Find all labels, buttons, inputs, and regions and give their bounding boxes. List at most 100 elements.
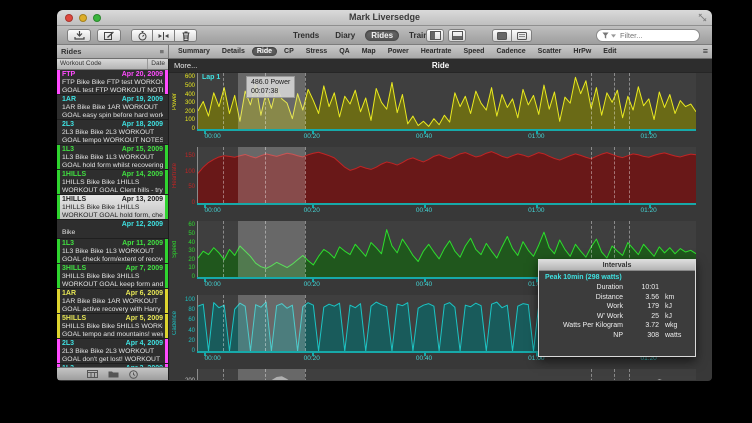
interval-marker bbox=[305, 295, 306, 351]
window-title: Mark Liversedge bbox=[57, 12, 712, 22]
sidebar-header: Rides ≡ bbox=[57, 45, 169, 58]
tab-details[interactable]: Details bbox=[217, 47, 250, 56]
tab-map[interactable]: Map bbox=[357, 47, 381, 56]
tiled-view-button[interactable] bbox=[492, 29, 512, 42]
tab-hrpw[interactable]: HrPw bbox=[568, 47, 596, 56]
interval-marker bbox=[265, 295, 266, 351]
toggle-sidebar-button[interactable] bbox=[426, 29, 444, 42]
plot-area-altitude[interactable] bbox=[197, 369, 696, 380]
tab-cp[interactable]: CP bbox=[279, 47, 299, 56]
x-tick-label: 00:00 bbox=[204, 281, 220, 288]
plot-area-heartrate[interactable] bbox=[197, 147, 696, 203]
bottom-panel-icon bbox=[452, 31, 463, 40]
tabbed-view-button[interactable] bbox=[512, 29, 532, 42]
resize-icon[interactable] bbox=[698, 13, 707, 22]
interval-marker bbox=[629, 369, 630, 380]
toggle-bottom-panel-button[interactable] bbox=[448, 29, 466, 42]
delete-ride-button[interactable] bbox=[175, 29, 197, 42]
x-tick-label: 00:20 bbox=[304, 207, 320, 214]
view-tab-rides[interactable]: Rides bbox=[365, 30, 399, 41]
ride-row[interactable]: Apr 12, 2009Bike bbox=[57, 220, 168, 239]
import-ride-button[interactable] bbox=[67, 29, 91, 42]
ride-color-stripe bbox=[57, 314, 60, 338]
y-axis-ticks: 0102030405060 bbox=[179, 221, 197, 277]
selection-region[interactable] bbox=[238, 369, 305, 380]
hover-tooltip: 486.0 Power00:07:38 bbox=[246, 76, 295, 98]
tab-ride[interactable]: Ride bbox=[252, 47, 277, 56]
view-tab-diary[interactable]: Diary bbox=[329, 30, 361, 41]
ride-description: 2L3 Bike Bike 2L3 WORKOUT bbox=[62, 348, 163, 356]
view-tab-trends[interactable]: Trends bbox=[287, 30, 325, 41]
ride-description: GOAL check form/extent of recovery bbox=[62, 256, 163, 264]
ride-row[interactable]: 3HILLSApr 7, 20093HILLS Bike Bike 3HILLS… bbox=[57, 264, 168, 289]
interval-stat-pv: 25 bbox=[629, 312, 659, 322]
list-column-headers[interactable]: Workout Code Date bbox=[57, 59, 168, 70]
manual-entry-button[interactable] bbox=[97, 29, 121, 42]
folder-icon[interactable] bbox=[108, 370, 119, 378]
view-tab-bar: TrendsDiaryRidesTrain bbox=[287, 29, 434, 42]
ride-row[interactable]: 2L3Apr 18, 20092L3 Bike Bike 2L3 WORKOUT… bbox=[57, 120, 168, 145]
tab-heartrate[interactable]: Heartrate bbox=[416, 47, 457, 56]
interval-stat-pv: 10:01 bbox=[629, 283, 659, 293]
y-tick: 30 bbox=[179, 248, 195, 254]
plot-area-power[interactable]: Lap 1486.0 Power00:07:38 bbox=[197, 73, 696, 129]
ride-date: Apr 12, 2009 bbox=[122, 221, 163, 229]
column-date[interactable]: Date bbox=[148, 59, 168, 69]
tab-qa[interactable]: QA bbox=[334, 47, 355, 56]
clock-icon[interactable] bbox=[129, 370, 138, 379]
ride-row[interactable]: 1L3Apr 15, 20091L3 Bike Bike 1L3 WORKOUT… bbox=[57, 145, 168, 170]
ride-row[interactable]: FTPApr 20, 2009FTP Bike Bike FTP test WO… bbox=[57, 70, 168, 95]
ride-date: Apr 19, 2009 bbox=[122, 96, 163, 104]
y-tick: 20 bbox=[179, 338, 195, 344]
ride-row[interactable]: 1ARApr 19, 20091AR Bike Bike 1AR WORKOUT… bbox=[57, 95, 168, 120]
ride-color-stripe bbox=[57, 264, 60, 288]
ride-row[interactable]: 2L3Apr 4, 20092L3 Bike Bike 2L3 WORKOUTG… bbox=[57, 339, 168, 364]
chart-power: Power0100200300400500600Lap 1486.0 Power… bbox=[171, 73, 696, 141]
calendar-view-icon[interactable] bbox=[87, 370, 98, 378]
x-tick-label: 01:20 bbox=[640, 207, 656, 214]
ride-color-stripe bbox=[57, 339, 60, 363]
column-workout-code[interactable]: Workout Code bbox=[57, 59, 148, 69]
ride-date: Apr 7, 2009 bbox=[126, 265, 163, 273]
filter-field[interactable] bbox=[596, 29, 700, 42]
tab-stress[interactable]: Stress bbox=[301, 47, 332, 56]
tab-summary[interactable]: Summary bbox=[173, 47, 215, 56]
interval-marker bbox=[223, 295, 224, 351]
ride-sidebar: Workout Code Date FTPApr 20, 2009FTP Bik… bbox=[57, 59, 169, 380]
selection-region[interactable] bbox=[238, 147, 305, 203]
ride-row[interactable]: 1ARApr 6, 20091AR Bike Bike 1AR WORKOUTG… bbox=[57, 289, 168, 314]
y-tick: 0 bbox=[179, 200, 195, 206]
interval-name: Peak 10min (298 watts) bbox=[545, 274, 689, 281]
ride-color-stripe bbox=[165, 145, 168, 169]
filter-input[interactable] bbox=[618, 30, 694, 41]
intervals-popup-titlebar[interactable]: Intervals bbox=[539, 260, 695, 271]
interval-stat-row: Watts Per Kilogram3.72wkg bbox=[545, 321, 689, 331]
selection-region[interactable] bbox=[238, 221, 305, 277]
interval-marker bbox=[629, 73, 630, 129]
tab-cadence[interactable]: Cadence bbox=[491, 47, 530, 56]
split-ride-button[interactable] bbox=[153, 29, 175, 42]
sidebar-menu-icon[interactable]: ≡ bbox=[160, 48, 164, 56]
y-axis-label: Cadence bbox=[171, 295, 179, 351]
stopwatch-button[interactable] bbox=[131, 29, 153, 42]
ride-description: FTP Bike Bike FTP test WORKOUT bbox=[62, 79, 163, 87]
title-bar[interactable]: Mark Liversedge bbox=[57, 10, 712, 26]
y-axis-ticks: 100150200 bbox=[179, 369, 197, 380]
tab-edit[interactable]: Edit bbox=[598, 47, 621, 56]
interval-stat-pl: Distance bbox=[545, 293, 623, 303]
ride-row[interactable]: 5HILLSApr 5, 20095HILLS Bike Bike 5HILLS… bbox=[57, 314, 168, 339]
y-tick: 100 bbox=[179, 169, 195, 175]
x-tick-label: 00:20 bbox=[304, 133, 320, 140]
ride-row[interactable]: 1L3Apr 11, 20091L3 Bike Bike 1L3 WORKOUT… bbox=[57, 239, 168, 264]
chart-menu-icon[interactable]: ≡ bbox=[703, 47, 708, 56]
ride-row[interactable]: 1HILLSApr 13, 20091HILLS Bike Bike 1HILL… bbox=[57, 195, 168, 220]
ride-row[interactable]: 1L3Apr 3, 20091L3 Bike Bike 1L3 WORKOUT bbox=[57, 364, 168, 367]
workout-code: 5HILLS bbox=[62, 315, 86, 323]
tab-speed[interactable]: Speed bbox=[458, 47, 489, 56]
ride-row[interactable]: 1HILLSApr 14, 20091HILLS Bike Bike 1HILL… bbox=[57, 170, 168, 195]
tab-power[interactable]: Power bbox=[383, 47, 414, 56]
selection-region[interactable] bbox=[238, 295, 305, 351]
tab-scatter[interactable]: Scatter bbox=[533, 47, 567, 56]
ride-list[interactable]: FTPApr 20, 2009FTP Bike Bike FTP test WO… bbox=[57, 70, 168, 367]
interval-stat-pv: 308 bbox=[629, 331, 659, 341]
